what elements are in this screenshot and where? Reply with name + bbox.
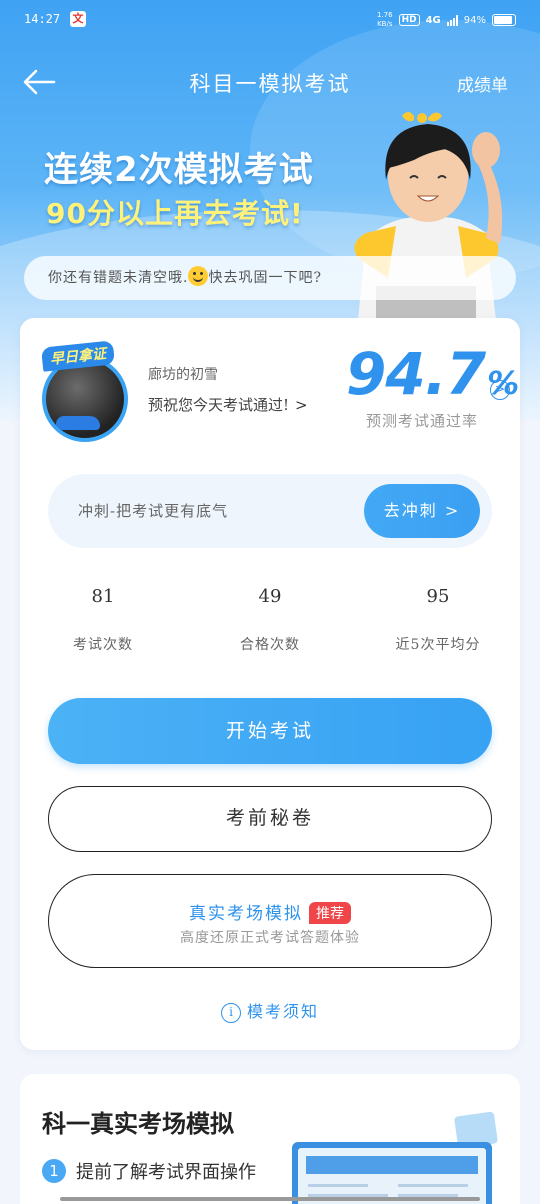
pass-rate-value[interactable]: 94.7%: [346, 340, 519, 408]
user-avatar-group[interactable]: 早日拿证: [40, 340, 132, 442]
stat-pass-count[interactable]: 49 合格次数: [190, 586, 350, 654]
pass-rate-label: 预测考试通过率: [366, 412, 479, 430]
recommended-badge: 推荐: [309, 902, 351, 924]
stat-value: 95: [426, 586, 450, 607]
pass-rate-number: 94.7: [346, 340, 486, 408]
status-time: 14:27: [24, 12, 61, 26]
exam-notice-link[interactable]: i 模考须知: [20, 998, 520, 1023]
user-name: 廊坊的初雪: [148, 367, 218, 383]
section-title: 科一真实考场模拟: [42, 1110, 234, 1138]
item-number: 1: [42, 1159, 66, 1183]
stat-value: 81: [91, 586, 115, 607]
tip-text: 你还有错题未清空哦.: [48, 270, 189, 286]
start-exam-button[interactable]: 开始考试: [48, 698, 492, 764]
real-exam-sim-button[interactable]: 真实考场模拟 推荐 高度还原正式考试答题体验: [48, 874, 492, 968]
wish-text: 预祝您今天考试通过!: [148, 396, 290, 414]
smile-emoji-icon: [188, 266, 209, 286]
stat-label: 考试次数: [73, 637, 133, 653]
chevron-right-icon: >: [295, 396, 308, 414]
tip-text-cont: 快去巩固一下吧?: [208, 270, 322, 286]
promo-headline: 连续2次模拟考试: [44, 150, 314, 190]
battery-percent: 94%: [463, 14, 486, 26]
wrong-questions-tip[interactable]: 你还有错题未清空哦. 快去巩固一下吧?: [24, 256, 516, 300]
real-exam-intro-card[interactable]: 科一真实考场模拟 1 提前了解考试界面操作: [20, 1074, 520, 1204]
notice-text: 模考须知: [246, 1002, 319, 1021]
pass-rate-arrow-icon[interactable]: >: [490, 380, 510, 400]
pre-exam-secret-button[interactable]: 考前秘卷: [48, 786, 492, 852]
real-exam-subtitle: 高度还原正式考试答题体验: [180, 930, 360, 946]
promo-subheadline: 90分以上再去考试!: [46, 197, 304, 230]
stat-avg-score[interactable]: 95 近5次平均分: [358, 586, 518, 654]
user-wish-link[interactable]: 预祝您今天考试通过! >: [148, 394, 308, 415]
car-icon: [56, 416, 100, 430]
item-text: 提前了解考试界面操作: [76, 1162, 256, 1183]
exam-stats: 81 考试次数 49 合格次数 95 近5次平均分: [20, 586, 520, 666]
sprint-banner: 冲刺-把考试更有底气 去冲刺 >: [48, 474, 492, 548]
score-report-link[interactable]: 成绩单: [457, 71, 508, 96]
intro-list-item: 1 提前了解考试界面操作: [42, 1158, 256, 1184]
net-speed: 1.76 KB/s: [376, 11, 393, 28]
status-bar: 14:27 文 1.76 KB/s HD 4G 94%: [0, 0, 540, 40]
hd-icon: HD: [398, 14, 420, 26]
sprint-button[interactable]: 去冲刺 >: [364, 484, 480, 538]
home-indicator[interactable]: [60, 1197, 480, 1201]
stat-label: 近5次平均分: [395, 637, 481, 653]
stat-exam-count[interactable]: 81 考试次数: [23, 586, 183, 654]
app-notification-icon: 文: [70, 11, 86, 27]
signal-icon: [446, 14, 458, 26]
network-label: 4G: [425, 14, 441, 26]
real-exam-title: 真实考场模拟 推荐: [49, 899, 491, 924]
stat-label: 合格次数: [240, 637, 300, 653]
stat-value: 49: [258, 586, 282, 607]
mock-exam-card: 早日拿证 廊坊的初雪 预祝您今天考试通过! > 94.7% > 预测考试通过率 冲…: [20, 318, 520, 1050]
top-nav: 科目一模拟考试 成绩单: [0, 58, 540, 106]
exam-screen-preview-image: [292, 1142, 492, 1204]
real-exam-title-text: 真实考场模拟: [189, 904, 303, 924]
info-icon: i: [220, 1003, 241, 1023]
battery-icon: [492, 14, 516, 26]
sprint-text: 冲刺-把考试更有底气: [78, 502, 229, 520]
